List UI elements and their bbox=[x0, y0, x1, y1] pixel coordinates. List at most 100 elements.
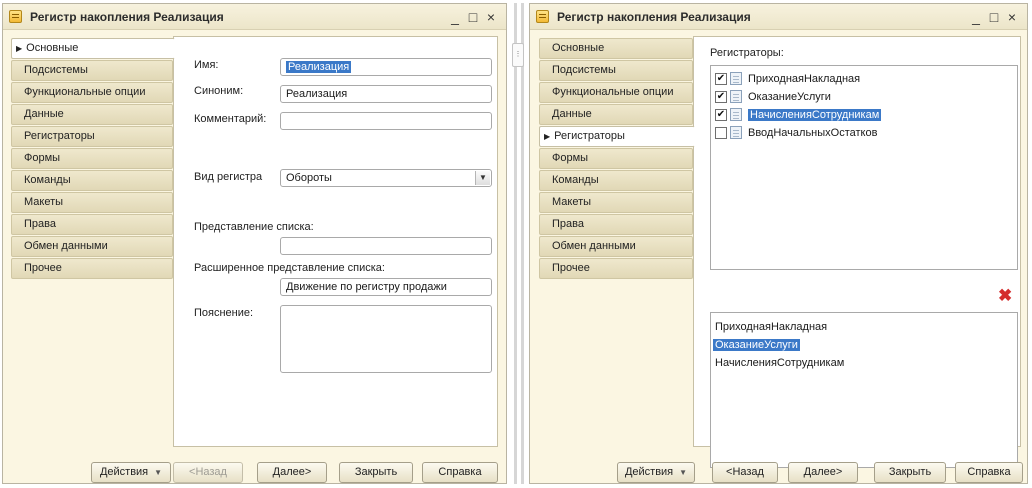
tab-main[interactable]: Основные bbox=[539, 38, 693, 59]
register-kind-value: Обороты bbox=[286, 172, 332, 184]
registrators-panel: Регистраторы: ✔ ПриходнаяНакладная ✔ Ока… bbox=[693, 36, 1021, 468]
list-item[interactable]: ✔ НачисленияСотрудникам bbox=[715, 106, 882, 123]
tab-commands[interactable]: Команды bbox=[539, 170, 693, 191]
tab-layouts[interactable]: Макеты bbox=[539, 192, 693, 213]
tab-other[interactable]: Прочее bbox=[11, 258, 173, 279]
divider-line bbox=[521, 3, 524, 484]
active-tab-arrow-icon: ▶ bbox=[544, 132, 551, 141]
checkbox[interactable] bbox=[715, 126, 727, 139]
window-divider[interactable]: ⋮ bbox=[511, 3, 525, 484]
close-dialog-button[interactable]: Закрыть bbox=[874, 462, 946, 483]
explanation-label: Пояснение: bbox=[194, 307, 254, 319]
list-item[interactable]: ВводНачальныхОстатков bbox=[715, 124, 877, 141]
list-item[interactable]: ПриходнаяНакладная bbox=[715, 318, 827, 335]
tab-commands[interactable]: Команды bbox=[11, 170, 173, 191]
tab-rights[interactable]: Права bbox=[11, 214, 173, 235]
comment-label: Комментарий: bbox=[194, 113, 267, 125]
actions-button[interactable]: Действия ▼ bbox=[91, 462, 171, 483]
divider-line bbox=[514, 3, 517, 484]
list-item[interactable]: ✔ ОказаниеУслуги bbox=[715, 88, 831, 105]
tab-registrators[interactable]: Регистраторы bbox=[11, 126, 173, 147]
tab-data[interactable]: Данные bbox=[11, 104, 173, 125]
list-item[interactable]: ОказаниеУслуги bbox=[713, 336, 800, 353]
tab-label: Основные bbox=[26, 42, 79, 54]
list-item-label: ВводНачальныхОстатков bbox=[748, 126, 878, 139]
checkbox[interactable]: ✔ bbox=[715, 108, 727, 121]
actions-label: Действия bbox=[624, 466, 674, 478]
selected-registrators-list: ПриходнаяНакладная ОказаниеУслуги Начисл… bbox=[710, 312, 1018, 468]
chevron-down-icon: ▼ bbox=[679, 468, 688, 477]
minimize-button[interactable]: _ bbox=[446, 9, 464, 25]
extended-list-representation-label: Расширенное представление списка: bbox=[194, 262, 385, 274]
tab-rights[interactable]: Права bbox=[539, 214, 693, 235]
help-button[interactable]: Справка bbox=[955, 462, 1023, 483]
maximize-button[interactable]: □ bbox=[985, 9, 1003, 25]
explanation-field[interactable] bbox=[280, 305, 492, 373]
comment-field[interactable] bbox=[280, 112, 492, 130]
chevron-down-icon: ▼ bbox=[154, 468, 163, 477]
maximize-button[interactable]: □ bbox=[464, 9, 482, 25]
register-icon bbox=[9, 10, 22, 23]
tab-functional-options[interactable]: Функциональные опции bbox=[11, 82, 173, 103]
actions-label: Действия bbox=[99, 466, 149, 478]
tab-forms[interactable]: Формы bbox=[539, 148, 693, 169]
tab-label: Регистраторы bbox=[554, 130, 625, 142]
list-representation-field[interactable] bbox=[280, 237, 492, 255]
list-item[interactable]: ✔ ПриходнаяНакладная bbox=[715, 70, 860, 87]
list-item-label: ОказаниеУслуги bbox=[713, 338, 800, 351]
synonym-field[interactable]: Реализация bbox=[280, 85, 492, 103]
window-title: Регистр накопления Реализация bbox=[30, 9, 224, 24]
name-field[interactable]: Реализация bbox=[280, 58, 492, 76]
tab-data[interactable]: Данные bbox=[539, 104, 693, 125]
tab-forms[interactable]: Формы bbox=[11, 148, 173, 169]
tab-registrators[interactable]: ▶ Регистраторы bbox=[539, 126, 695, 147]
document-icon bbox=[730, 90, 742, 103]
document-icon bbox=[730, 72, 742, 85]
next-button[interactable]: Далее> bbox=[257, 462, 327, 483]
tab-main[interactable]: ▶ Основные bbox=[11, 38, 175, 59]
tab-subsystems[interactable]: Подсистемы bbox=[539, 60, 693, 81]
registrators-label: Регистраторы: bbox=[710, 47, 784, 59]
tab-subsystems[interactable]: Подсистемы bbox=[11, 60, 173, 81]
list-item-label: ПриходнаяНакладная bbox=[715, 320, 828, 333]
name-label: Имя: bbox=[194, 59, 219, 71]
list-item-label: НачисленияСотрудникам bbox=[748, 108, 882, 121]
close-button[interactable]: × bbox=[482, 9, 500, 25]
minimize-button[interactable]: _ bbox=[967, 9, 985, 25]
back-button[interactable]: <Назад bbox=[173, 462, 243, 483]
titlebar: Регистр накопления Реализация _ □ × bbox=[3, 4, 506, 30]
tab-other[interactable]: Прочее bbox=[539, 258, 693, 279]
tab-list: Основные Подсистемы Функциональные опции… bbox=[539, 38, 695, 280]
help-button[interactable]: Справка bbox=[422, 462, 498, 483]
checkbox[interactable]: ✔ bbox=[715, 72, 727, 85]
tab-layouts[interactable]: Макеты bbox=[11, 192, 173, 213]
window-right: Регистр накопления Реализация _ □ × Осно… bbox=[529, 3, 1028, 484]
titlebar: Регистр накопления Реализация _ □ × bbox=[530, 4, 1027, 30]
main-panel: Имя: Реализация Синоним: Реализация Комм… bbox=[173, 36, 498, 447]
registrators-checklist: ✔ ПриходнаяНакладная ✔ ОказаниеУслуги ✔ … bbox=[710, 65, 1018, 270]
actions-button[interactable]: Действия ▼ bbox=[617, 462, 695, 483]
drag-handle-icon[interactable]: ⋮ bbox=[512, 43, 524, 67]
register-kind-select[interactable]: Обороты ▼ bbox=[280, 169, 492, 187]
list-item-label: НачисленияСотрудникам bbox=[715, 356, 845, 369]
synonym-label: Синоним: bbox=[194, 85, 244, 97]
back-button[interactable]: <Назад bbox=[712, 462, 778, 483]
tab-functional-options[interactable]: Функциональные опции bbox=[539, 82, 693, 103]
name-value: Реализация bbox=[286, 61, 352, 73]
list-item[interactable]: НачисленияСотрудникам bbox=[715, 354, 844, 371]
chevron-down-icon[interactable]: ▼ bbox=[475, 171, 490, 185]
list-representation-label: Представление списка: bbox=[194, 221, 314, 233]
list-item-label: ОказаниеУслуги bbox=[748, 90, 831, 103]
register-icon bbox=[536, 10, 549, 23]
list-item-label: ПриходнаяНакладная bbox=[748, 72, 861, 85]
checkbox[interactable]: ✔ bbox=[715, 90, 727, 103]
close-dialog-button[interactable]: Закрыть bbox=[339, 462, 413, 483]
tab-data-exchange[interactable]: Обмен данными bbox=[11, 236, 173, 257]
extended-list-representation-field[interactable]: Движение по регистру продажи bbox=[280, 278, 492, 296]
tab-data-exchange[interactable]: Обмен данными bbox=[539, 236, 693, 257]
close-button[interactable]: × bbox=[1003, 9, 1021, 25]
delete-icon[interactable]: ✖ bbox=[998, 287, 1012, 304]
register-kind-label: Вид регистра bbox=[194, 171, 263, 183]
next-button[interactable]: Далее> bbox=[788, 462, 858, 483]
document-icon bbox=[730, 126, 742, 139]
